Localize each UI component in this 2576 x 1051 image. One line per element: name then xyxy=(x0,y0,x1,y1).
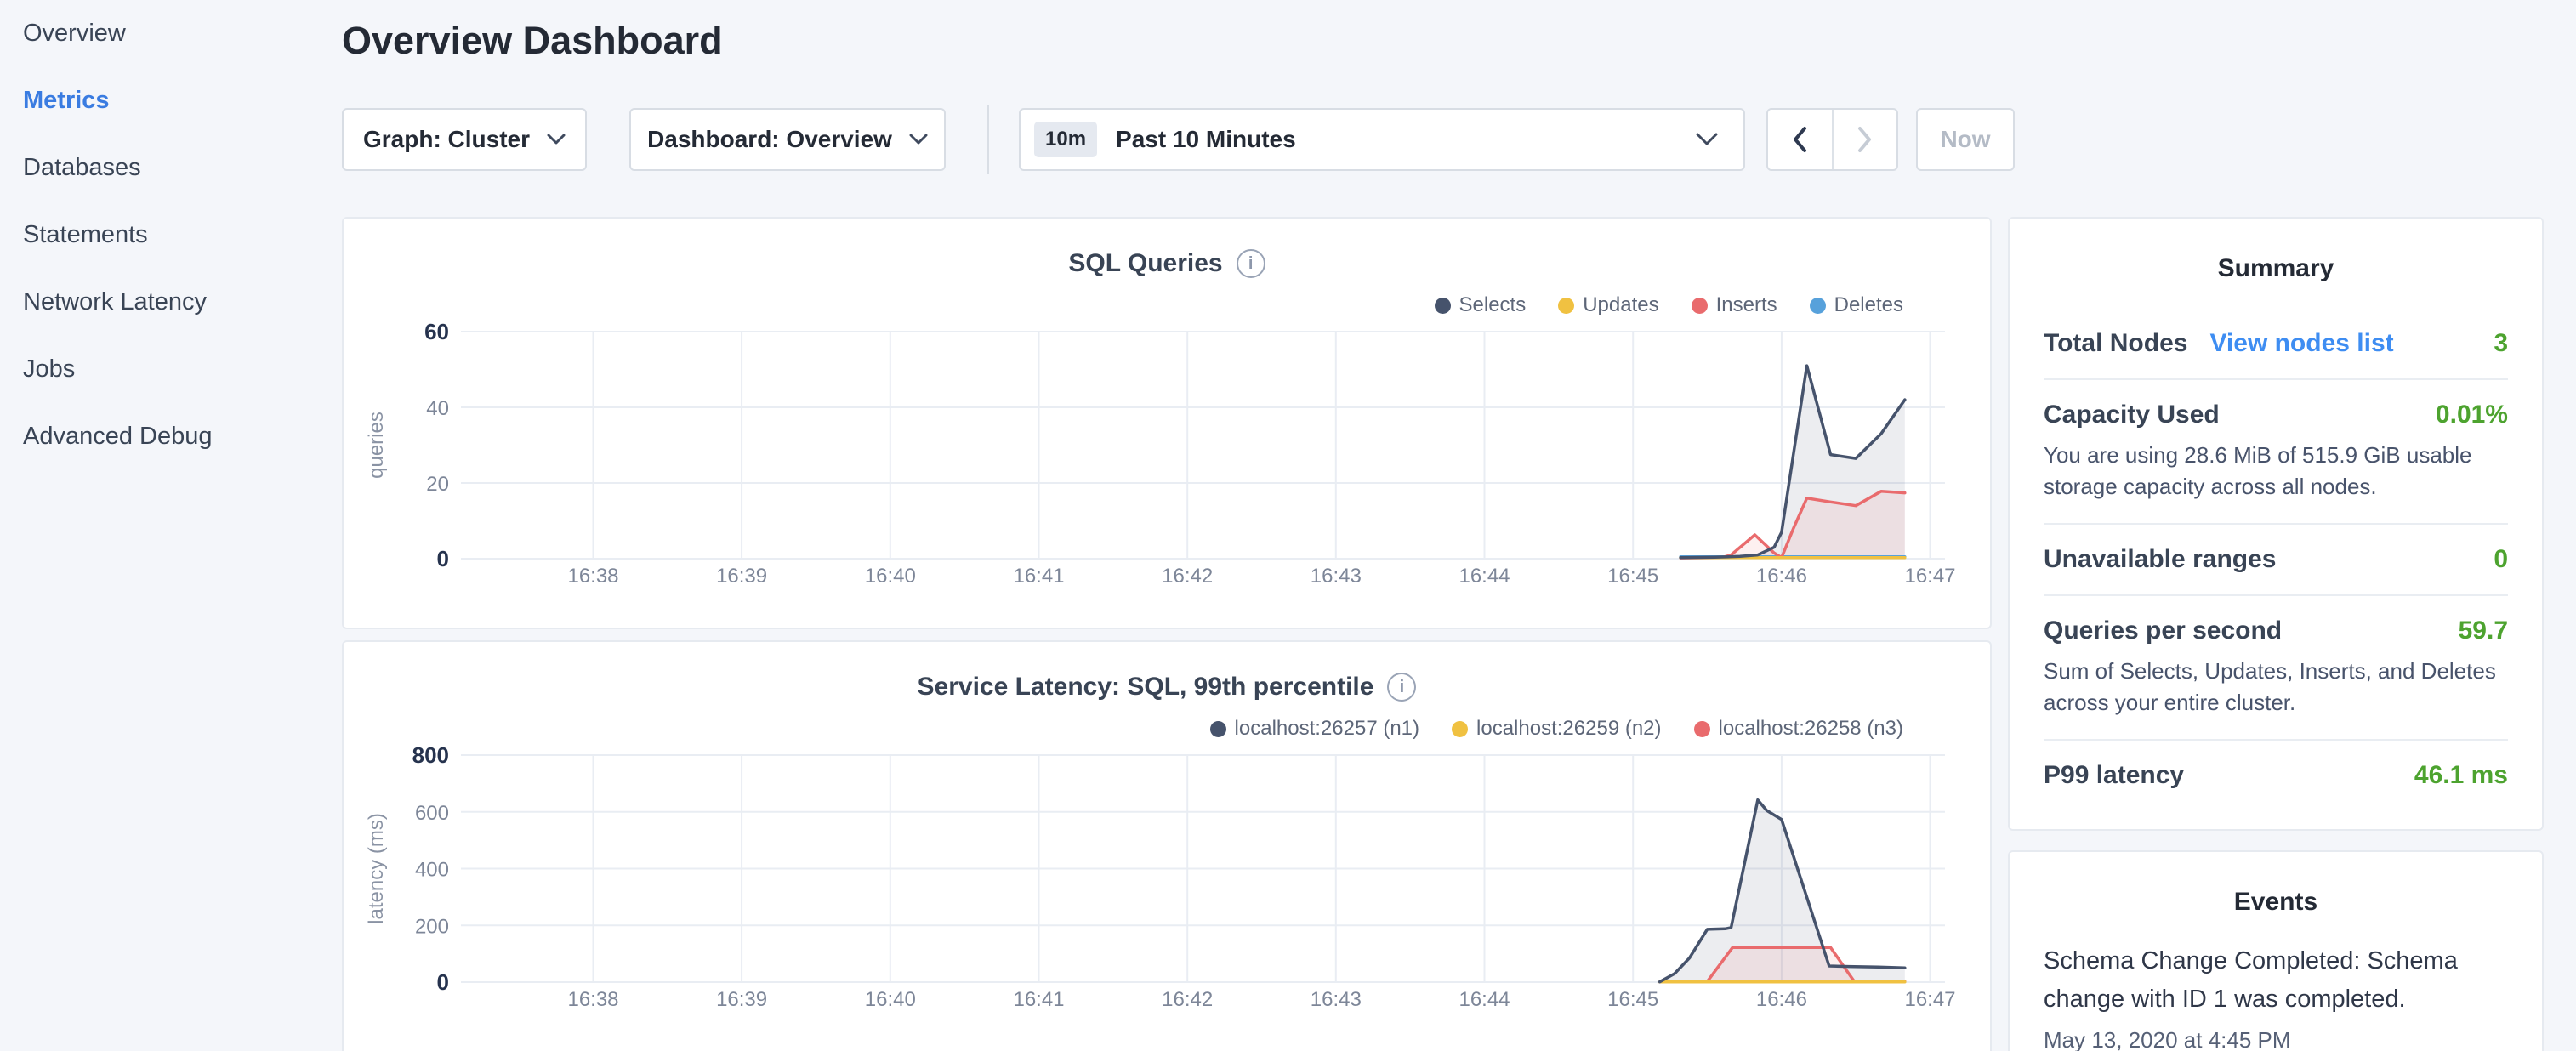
sidebar-item-network-latency[interactable]: Network Latency xyxy=(0,269,342,336)
page-title: Overview Dashboard xyxy=(342,19,723,63)
main-content: Overview Dashboard Graph: Cluster Dashbo… xyxy=(342,0,1992,1051)
summary-row-label: P99 latency xyxy=(2044,761,2184,790)
summary-row: P99 latency 46.1 ms xyxy=(2044,741,2508,810)
svg-text:16:47: 16:47 xyxy=(1904,565,1955,588)
summary-row-value: 0 xyxy=(2494,545,2508,574)
time-range-label: Past 10 Minutes xyxy=(1116,126,1296,153)
summary-row-label: Capacity Used xyxy=(2044,401,2220,429)
event-message: Schema Change Completed: Schema change w… xyxy=(2044,942,2508,1019)
chevron-down-icon xyxy=(909,134,928,145)
svg-text:queries: queries xyxy=(365,412,388,479)
svg-text:16:40: 16:40 xyxy=(865,988,916,1011)
svg-text:16:44: 16:44 xyxy=(1459,565,1510,588)
sql-queries-chart: 0 20 40 60 16:38 16:39 16:40 16:41 16:42 16:43 16:… xyxy=(344,219,1992,629)
graph-dropdown-label: Graph: Cluster xyxy=(363,126,530,153)
summary-row-value: 3 xyxy=(2494,329,2508,358)
app-root: OverviewMetricsDatabasesStatementsNetwor… xyxy=(0,0,2576,1051)
events-panel: Events Schema Change Completed: Schema c… xyxy=(2008,850,2544,1051)
svg-text:16:44: 16:44 xyxy=(1459,988,1510,1011)
summary-row-description: You are using 28.6 MiB of 515.9 GiB usab… xyxy=(2044,440,2508,503)
svg-text:60: 60 xyxy=(424,319,449,344)
svg-text:600: 600 xyxy=(415,802,449,825)
sidebar-item-advanced-debug[interactable]: Advanced Debug xyxy=(0,403,342,470)
sidebar-item-jobs[interactable]: Jobs xyxy=(0,336,342,403)
svg-text:16:47: 16:47 xyxy=(1904,988,1955,1011)
view-nodes-list-link[interactable]: View nodes list xyxy=(2209,329,2393,358)
event-timestamp: May 13, 2020 at 4:45 PM xyxy=(2044,1027,2508,1051)
events-title: Events xyxy=(2044,888,2508,917)
svg-text:16:43: 16:43 xyxy=(1311,565,1362,588)
time-range-dropdown[interactable]: 10m Past 10 Minutes xyxy=(1019,108,1745,171)
svg-text:16:38: 16:38 xyxy=(567,988,618,1011)
summary-row-label: Total Nodes xyxy=(2044,329,2187,358)
summary-row-value: 0.01% xyxy=(2436,401,2508,429)
time-range-pager xyxy=(1766,108,1898,171)
svg-text:400: 400 xyxy=(415,859,449,882)
graph-dropdown[interactable]: Graph: Cluster xyxy=(342,108,587,171)
dashboard-dropdown-label: Dashboard: Overview xyxy=(647,126,892,153)
time-range-badge: 10m xyxy=(1034,122,1097,157)
service-latency-chart: 0 200 400 600 800 16:38 16:39 16:40 16:41 16:42 16… xyxy=(344,642,1992,1051)
summary-row-value: 46.1 ms xyxy=(2414,761,2508,790)
svg-text:20: 20 xyxy=(426,473,449,496)
svg-text:16:43: 16:43 xyxy=(1311,988,1362,1011)
summary-row-value: 59.7 xyxy=(2459,616,2508,645)
svg-text:16:38: 16:38 xyxy=(567,565,618,588)
chevron-down-icon xyxy=(1696,133,1718,146)
now-button[interactable]: Now xyxy=(1916,108,2015,171)
service-latency-chart-panel: Service Latency: SQL, 99th percentile i … xyxy=(342,640,1992,1051)
sidebar-item-overview[interactable]: Overview xyxy=(0,0,342,67)
summary-row: Queries per second 59.7 Sum of Selects, Up… xyxy=(2044,596,2508,741)
svg-text:16:41: 16:41 xyxy=(1013,565,1064,588)
svg-text:40: 40 xyxy=(426,397,449,420)
summary-row: Total Nodes View nodes list 3 xyxy=(2044,309,2508,380)
summary-panel: Summary Total Nodes View nodes list 3 Capac… xyxy=(2008,217,2544,831)
summary-title: Summary xyxy=(2044,254,2508,283)
svg-text:16:42: 16:42 xyxy=(1162,988,1213,1011)
next-range-button[interactable] xyxy=(1832,110,1897,169)
svg-text:16:42: 16:42 xyxy=(1162,565,1213,588)
toolbar: Graph: Cluster Dashboard: Overview 10m P… xyxy=(342,108,2043,171)
svg-text:16:41: 16:41 xyxy=(1013,988,1064,1011)
svg-text:800: 800 xyxy=(412,742,449,768)
chevron-left-icon xyxy=(1791,125,1808,154)
svg-text:0: 0 xyxy=(437,546,449,571)
sql-queries-chart-panel: SQL Queries i SelectsUpdatesInsertsDelet… xyxy=(342,217,1992,629)
svg-text:0: 0 xyxy=(437,969,449,995)
summary-row-description: Sum of Selects, Updates, Inserts, and De… xyxy=(2044,656,2508,719)
svg-text:latency (ms): latency (ms) xyxy=(365,813,388,924)
summary-row: Unavailable ranges 0 xyxy=(2044,525,2508,596)
summary-rows: Total Nodes View nodes list 3 Capacity Used… xyxy=(2044,309,2508,810)
summary-row-label: Unavailable ranges xyxy=(2044,545,2276,574)
svg-text:16:39: 16:39 xyxy=(716,565,767,588)
chevron-down-icon xyxy=(547,134,566,145)
svg-text:16:46: 16:46 xyxy=(1756,988,1807,1011)
summary-row-label: Queries per second xyxy=(2044,616,2282,645)
sidebar-item-statements[interactable]: Statements xyxy=(0,202,342,269)
svg-text:16:46: 16:46 xyxy=(1756,565,1807,588)
events-list: Schema Change Completed: Schema change w… xyxy=(2044,942,2508,1051)
toolbar-divider xyxy=(987,105,989,174)
chevron-right-icon xyxy=(1857,125,1874,154)
sidebar-item-databases[interactable]: Databases xyxy=(0,134,342,202)
svg-text:200: 200 xyxy=(415,915,449,938)
sidebar-item-metrics[interactable]: Metrics xyxy=(0,67,342,134)
svg-text:16:45: 16:45 xyxy=(1607,565,1658,588)
svg-text:16:39: 16:39 xyxy=(716,988,767,1011)
summary-row: Capacity Used 0.01% You are using 28.6 MiB… xyxy=(2044,380,2508,525)
sidebar: OverviewMetricsDatabasesStatementsNetwor… xyxy=(0,0,342,1051)
svg-text:16:40: 16:40 xyxy=(865,565,916,588)
svg-text:16:45: 16:45 xyxy=(1607,988,1658,1011)
prev-range-button[interactable] xyxy=(1768,110,1832,169)
dashboard-dropdown[interactable]: Dashboard: Overview xyxy=(629,108,946,171)
